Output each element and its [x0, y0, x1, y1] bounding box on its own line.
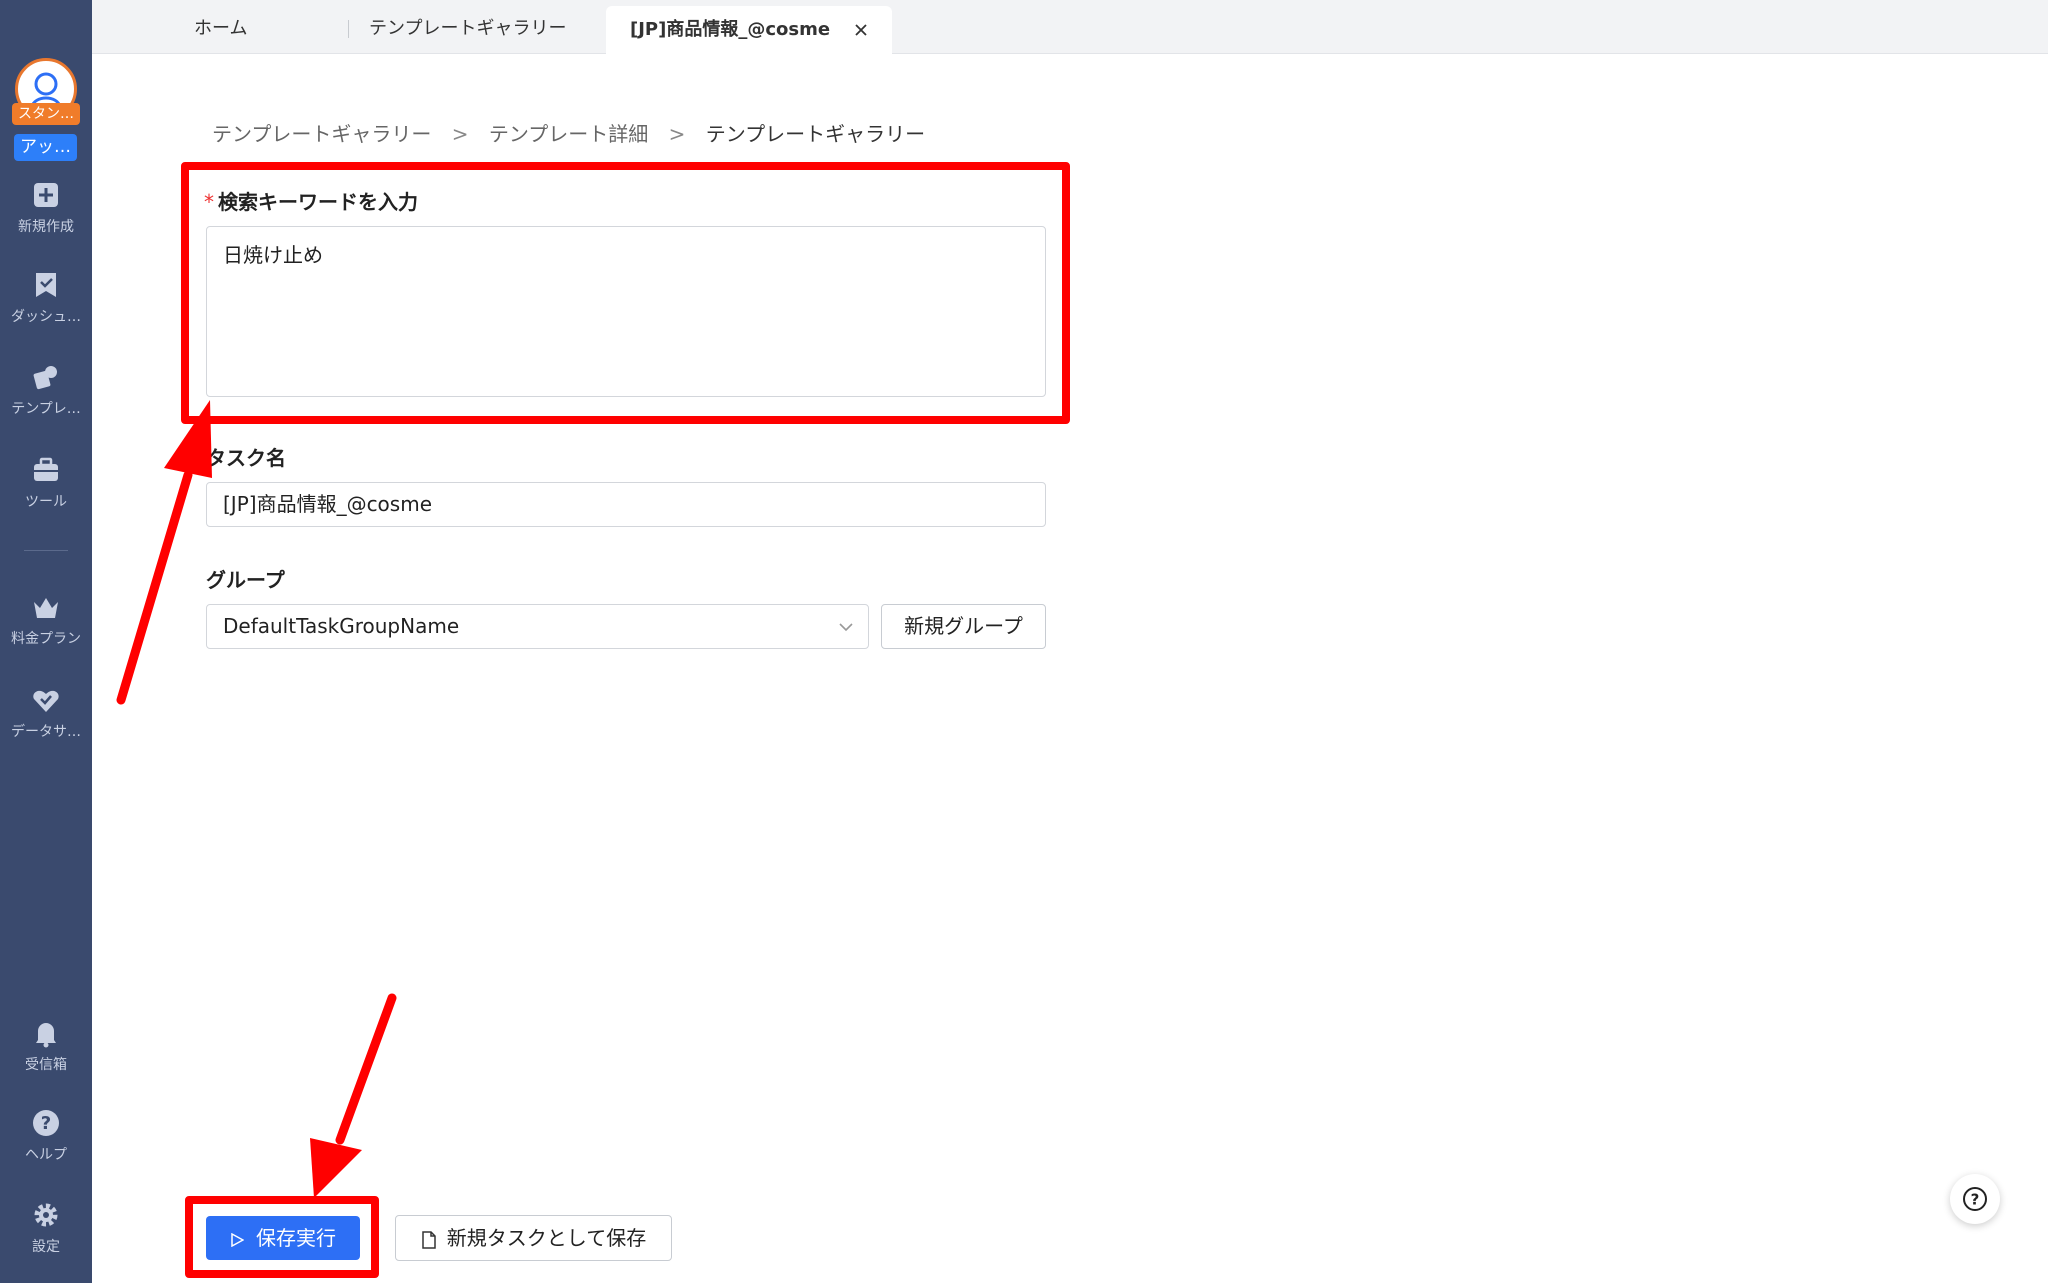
tab-active-label: [JP]商品情報_@cosme: [630, 19, 831, 40]
bell-icon: [31, 1018, 61, 1048]
gear-icon: [31, 1200, 61, 1230]
close-icon[interactable]: [854, 23, 868, 37]
plus-square-icon: [31, 180, 61, 210]
sidebar-item-label: 新規作成: [18, 219, 74, 235]
annotation-arrow-keyword: [116, 400, 212, 705]
upgrade-badge[interactable]: アッ…: [14, 134, 77, 161]
sidebar-item-label: ツール: [25, 494, 67, 510]
crown-icon: [31, 592, 61, 622]
document-icon: [422, 1230, 436, 1249]
sidebar: スタン… アッ… 新規作成 ダッシュ… テンプレ… ツール 料金プラン データサ…: [0, 0, 92, 1283]
tab-active-task[interactable]: [JP]商品情報_@cosme: [606, 6, 893, 54]
sidebar-item-label: 設定: [32, 1239, 60, 1255]
sidebar-item-data-service[interactable]: データサ…: [0, 685, 92, 741]
heart-check-icon: [31, 685, 61, 715]
svg-text:?: ?: [41, 1113, 51, 1134]
sidebar-item-label: データサ…: [11, 724, 81, 740]
annotation-highlight-keyword: [181, 162, 1070, 424]
group-select-value: DefaultTaskGroupName: [223, 614, 460, 638]
question-circle-icon: ?: [31, 1108, 61, 1138]
template-icon: [31, 362, 61, 392]
sidebar-item-dashboard[interactable]: ダッシュ…: [0, 270, 92, 326]
breadcrumb: テンプレートギャラリー > テンプレート詳細 > テンプレートギャラリー: [212, 118, 925, 147]
sidebar-item-label: 受信箱: [25, 1057, 67, 1073]
sidebar-divider: [24, 550, 68, 551]
tab-template-gallery[interactable]: テンプレートギャラリー: [369, 0, 566, 54]
sidebar-item-label: ヘルプ: [25, 1147, 67, 1163]
breadcrumb-current: テンプレートギャラリー: [705, 122, 926, 146]
tab-home[interactable]: ホーム: [194, 0, 247, 54]
sidebar-item-pricing[interactable]: 料金プラン: [0, 592, 92, 648]
sidebar-item-label: テンプレ…: [11, 401, 81, 417]
tab-bar: ホーム テンプレートギャラリー [JP]商品情報_@cosme: [92, 0, 2048, 54]
sidebar-item-new[interactable]: 新規作成: [0, 180, 92, 236]
breadcrumb-item[interactable]: テンプレート詳細: [489, 122, 648, 146]
sidebar-item-help[interactable]: ? ヘルプ: [0, 1108, 92, 1164]
bookmark-check-icon: [31, 270, 61, 300]
sidebar-item-settings[interactable]: 設定: [0, 1200, 92, 1256]
svg-text:?: ?: [1971, 1191, 1980, 1209]
save-as-new-task-label: 新規タスクとして保存: [446, 1226, 647, 1250]
task-name-input[interactable]: [JP]商品情報_@cosme: [206, 482, 1046, 527]
breadcrumb-separator: >: [451, 122, 469, 146]
group-select[interactable]: DefaultTaskGroupName: [206, 604, 869, 649]
save-as-new-task-button[interactable]: 新規タスクとして保存: [395, 1215, 672, 1261]
annotation-arrow-save-run: [310, 993, 397, 1198]
chevron-down-icon: [839, 623, 853, 632]
sidebar-item-inbox[interactable]: 受信箱: [0, 1018, 92, 1074]
new-group-button[interactable]: 新規グループ: [881, 604, 1046, 649]
breadcrumb-separator: >: [668, 122, 686, 146]
sidebar-item-tools[interactable]: ツール: [0, 455, 92, 511]
sidebar-item-template[interactable]: テンプレ…: [0, 362, 92, 418]
plan-badge[interactable]: スタン…: [12, 103, 80, 125]
tab-separator: [348, 20, 349, 38]
question-circle-icon: ?: [1963, 1187, 1987, 1211]
sidebar-item-label: 料金プラン: [11, 631, 81, 647]
floating-help-button[interactable]: ?: [1950, 1174, 2000, 1224]
breadcrumb-item[interactable]: テンプレートギャラリー: [212, 122, 431, 146]
toolbox-icon: [31, 455, 61, 485]
sidebar-item-label: ダッシュ…: [11, 309, 81, 325]
